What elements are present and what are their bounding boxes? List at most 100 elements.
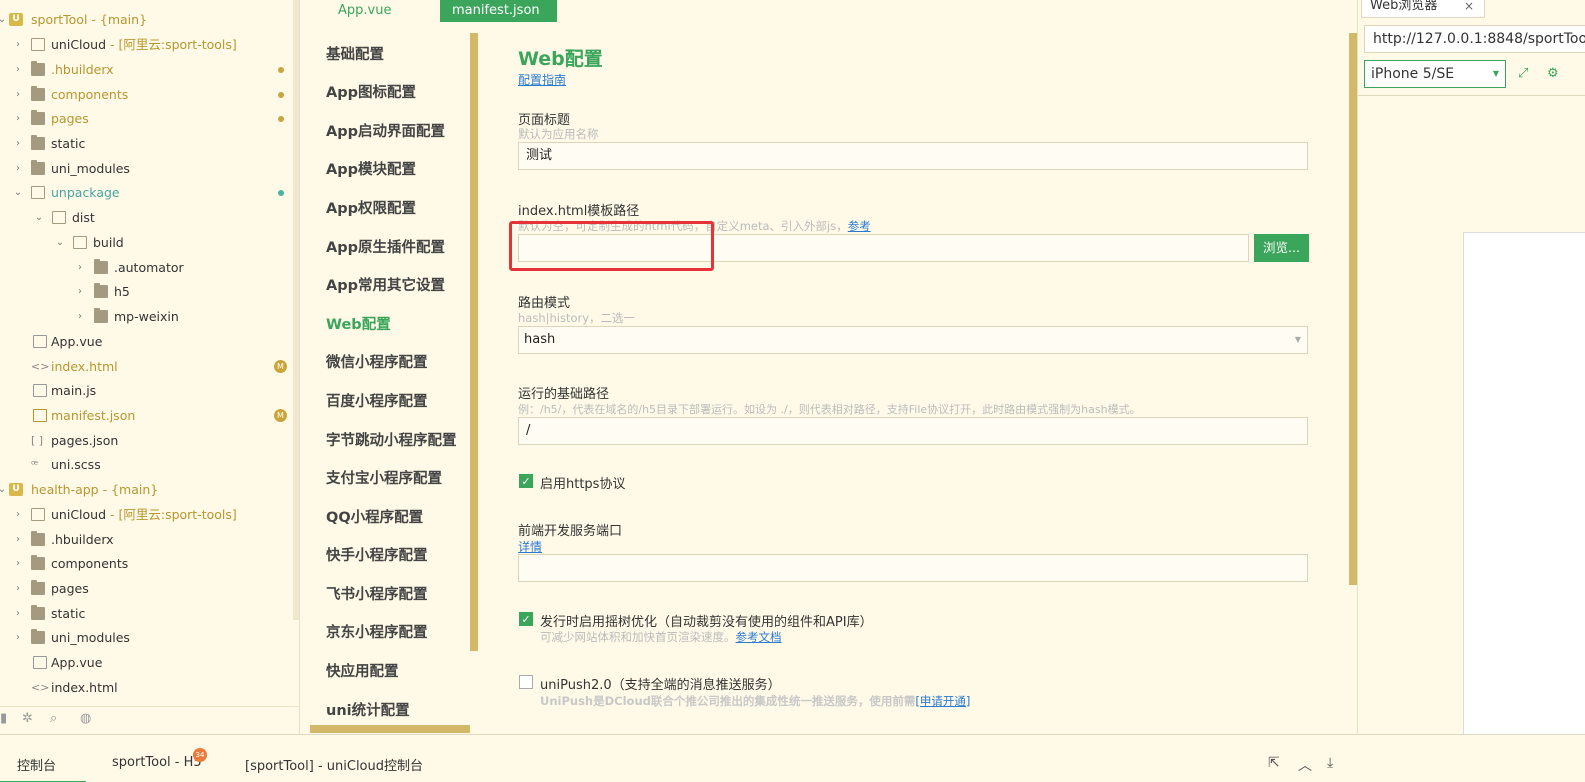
https-checkbox[interactable]: ✓	[519, 474, 533, 488]
nav-item-quickapp[interactable]: 快应用配置	[326, 660, 399, 681]
nav-item-uni-stat[interactable]: uni统计配置	[326, 699, 410, 720]
nav-item-weixin[interactable]: 微信小程序配置	[326, 351, 428, 372]
chevron-right-icon[interactable]: ›	[12, 577, 24, 601]
tree-row-h5[interactable]: › h5	[0, 280, 299, 304]
dev-port-details-link[interactable]: 详情	[518, 538, 542, 555]
chevron-right-icon[interactable]: ›	[12, 503, 24, 527]
chevron-down-icon[interactable]: ⌄	[0, 8, 8, 32]
gear-icon[interactable]: ⚙	[1547, 66, 1559, 81]
tree-shaking-checkbox[interactable]: ✓	[519, 612, 533, 626]
export-icon[interactable]: ⇱	[1268, 755, 1280, 771]
tree-row-uni-modules-2[interactable]: › uni_modules	[0, 626, 299, 650]
tree-row-static[interactable]: › static	[0, 132, 299, 156]
unipush-apply-link[interactable]: [申请开通]	[915, 694, 970, 708]
chevron-right-icon[interactable]: ›	[74, 256, 86, 280]
tree-row-dist[interactable]: ⌄ dist	[0, 206, 299, 230]
template-ref-link[interactable]: 参考	[848, 219, 871, 233]
tree-row-pages-2[interactable]: › pages	[0, 577, 299, 601]
browse-button[interactable]: 浏览...	[1254, 234, 1309, 262]
chevron-right-icon[interactable]: ›	[12, 157, 24, 181]
tab-sporttool-h5[interactable]: sportTool - H5	[112, 755, 202, 770]
nav-item-kuaishou[interactable]: 快手小程序配置	[326, 544, 428, 565]
search-file-icon[interactable]: ⌕	[50, 711, 57, 726]
chevron-right-icon[interactable]: ›	[12, 626, 24, 650]
tab-manifest-json[interactable]: manifest.json	[440, 0, 557, 22]
tab-console[interactable]: 控制台	[0, 755, 87, 782]
nav-item-basic[interactable]: 基础配置	[326, 43, 384, 64]
tree-row-build[interactable]: ⌄ build	[0, 231, 299, 255]
nav-item-jd[interactable]: 京东小程序配置	[326, 621, 428, 642]
unipush-checkbox[interactable]	[519, 675, 533, 689]
tree-row-static-2[interactable]: › static	[0, 602, 299, 626]
chevron-right-icon[interactable]: ›	[12, 132, 24, 156]
router-mode-select[interactable]: hash ▼	[518, 326, 1308, 354]
close-icon[interactable]: ×	[1464, 0, 1474, 12]
browser-viewport[interactable]	[1463, 232, 1585, 734]
tree-row-uni-modules[interactable]: › uni_modules	[0, 157, 299, 181]
nav-item-app-other[interactable]: App常用其它设置	[326, 274, 445, 295]
form-scrollbar[interactable]	[1349, 33, 1357, 585]
tree-row-project-health-app[interactable]: ⌄ U health-app - {main}	[0, 478, 299, 502]
config-nav-scrollbar[interactable]	[470, 33, 478, 651]
tree-row-app-vue-2[interactable]: App.vue	[0, 651, 299, 675]
chevron-down-icon[interactable]: ⌄	[54, 231, 66, 255]
rotate-icon[interactable]: ⤢	[1518, 66, 1528, 81]
chevron-right-icon[interactable]: ›	[12, 33, 24, 57]
chevron-down-icon[interactable]: ⌄	[33, 206, 45, 230]
chevron-right-icon[interactable]: ›	[12, 602, 24, 626]
tree-row-unpackage[interactable]: ⌄ unpackage	[0, 181, 299, 205]
dev-port-input[interactable]	[518, 554, 1308, 582]
chevron-right-icon[interactable]: ›	[12, 528, 24, 552]
config-nav-hscrollbar[interactable]	[310, 725, 470, 733]
chevron-down-icon[interactable]: ⌄	[12, 181, 24, 205]
nav-item-app-icon[interactable]: App图标配置	[326, 81, 416, 102]
chevron-up-icon[interactable]: ︿	[1298, 755, 1312, 775]
tree-row-pages[interactable]: › pages	[0, 107, 299, 131]
page-title-input[interactable]: 测试	[518, 142, 1308, 170]
nav-item-app-splash[interactable]: App启动界面配置	[326, 120, 445, 141]
tree-row-hbuilderx-2[interactable]: › .hbuilderx	[0, 528, 299, 552]
nav-item-alipay[interactable]: 支付宝小程序配置	[326, 467, 442, 488]
tree-row-main-js[interactable]: main.js	[0, 379, 299, 403]
device-select[interactable]: iPhone 5/SE ▼	[1364, 60, 1506, 88]
palette-icon[interactable]: ◍	[80, 711, 91, 726]
tree-row-index-html-2[interactable]: <> index.html	[0, 676, 299, 700]
tree-row-components-2[interactable]: › components	[0, 552, 299, 576]
tree-row-manifest-json[interactable]: manifest.json M	[0, 404, 299, 428]
nav-item-baidu[interactable]: 百度小程序配置	[326, 390, 428, 411]
tree-row-automator[interactable]: › .automator	[0, 256, 299, 280]
tree-row-app-vue[interactable]: App.vue	[0, 330, 299, 354]
chevron-right-icon[interactable]: ›	[12, 107, 24, 131]
tab-unicloud-console[interactable]: [sportTool] - uniCloud控制台	[245, 755, 423, 774]
base-path-input[interactable]: /	[518, 417, 1308, 445]
nav-item-app-native-plugins[interactable]: App原生插件配置	[326, 236, 445, 257]
tab-app-vue[interactable]: App.vue	[326, 0, 403, 22]
scroll-lock-icon[interactable]: ⤓	[1327, 755, 1333, 771]
guide-link[interactable]: 配置指南	[518, 71, 566, 88]
nav-item-toutiao[interactable]: 字节跳动小程序配置	[326, 429, 457, 450]
nav-item-feishu[interactable]: 飞书小程序配置	[326, 583, 428, 604]
web-browser-tab[interactable]: Web浏览器 ×	[1361, 0, 1485, 18]
tree-row-index-html[interactable]: <> index.html M	[0, 355, 299, 379]
tree-shaking-docs-link[interactable]: 参考文档	[736, 630, 782, 644]
chevron-right-icon[interactable]: ›	[74, 305, 86, 329]
url-input[interactable]: http://127.0.0.1:8848/sportTool	[1364, 25, 1585, 53]
tree-row-unicloud-2[interactable]: › uniCloud - [阿里云:sport-tools]	[0, 503, 299, 527]
nav-item-app-modules[interactable]: App模块配置	[326, 158, 416, 179]
tree-row-project-sporttool[interactable]: ⌄ U sportTool - {main}	[0, 8, 299, 32]
nav-item-qq[interactable]: QQ小程序配置	[326, 506, 423, 527]
chevron-right-icon[interactable]: ›	[12, 83, 24, 107]
chevron-right-icon[interactable]: ›	[12, 58, 24, 82]
tree-row-uni-scss[interactable]: ꟹ uni.scss	[0, 453, 299, 477]
tree-row-components[interactable]: › components	[0, 83, 299, 107]
nav-item-web[interactable]: Web配置	[326, 313, 391, 334]
bug-icon[interactable]: ✲	[22, 711, 33, 726]
tree-row-unicloud[interactable]: › uniCloud - [阿里云:sport-tools]	[0, 33, 299, 57]
chevron-down-icon[interactable]: ⌄	[0, 478, 8, 502]
panel-icon[interactable]: ▮	[0, 711, 7, 726]
tree-row-hbuilderx[interactable]: › .hbuilderx	[0, 58, 299, 82]
tree-row-pages-json[interactable]: [ ] pages.json	[0, 429, 299, 453]
nav-item-app-permissions[interactable]: App权限配置	[326, 197, 416, 218]
chevron-right-icon[interactable]: ›	[74, 280, 86, 304]
tree-row-mp-weixin[interactable]: › mp-weixin	[0, 305, 299, 329]
